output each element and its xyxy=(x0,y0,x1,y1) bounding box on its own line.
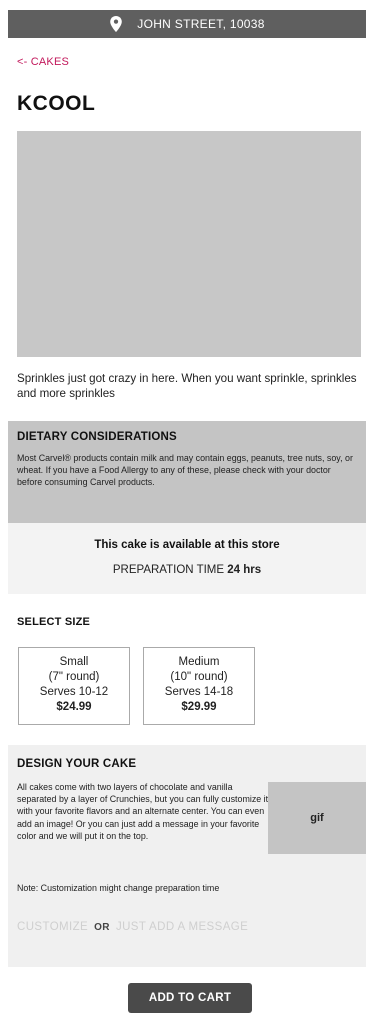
size-price: $24.99 xyxy=(56,701,92,713)
design-preview-gif: gif xyxy=(268,782,366,854)
preparation-time-value: 24 hrs xyxy=(227,564,262,576)
product-title: KCOOL xyxy=(17,92,96,115)
size-name: Medium xyxy=(178,656,220,668)
design-actions: CUSTOMIZE OR JUST ADD A MESSAGE xyxy=(17,921,248,933)
availability-status: This cake is available at this store xyxy=(94,539,280,551)
dietary-text: Most Carvel® products contain milk and m… xyxy=(17,453,353,487)
product-image xyxy=(17,131,361,357)
map-pin-icon xyxy=(110,16,123,32)
preparation-time: PREPARATION TIME 24 hrs xyxy=(8,564,366,576)
add-to-cart-button[interactable]: ADD TO CART xyxy=(128,983,252,1013)
size-dimension: (10" round) xyxy=(170,671,228,683)
product-description: Sprinkles just got crazy in here. When y… xyxy=(17,372,357,400)
size-option-medium[interactable]: Medium (10" round) Serves 14-18 $29.99 xyxy=(143,647,255,725)
dietary-considerations: DIETARY CONSIDERATIONS Most Carvel® prod… xyxy=(8,421,366,523)
add-message-button[interactable]: JUST ADD A MESSAGE xyxy=(116,921,248,933)
gif-label: gif xyxy=(310,812,324,824)
dietary-heading: DIETARY CONSIDERATIONS xyxy=(17,431,177,443)
availability-panel: This cake is available at this store PRE… xyxy=(8,523,366,594)
size-option-small[interactable]: Small (7" round) Serves 10-12 $24.99 xyxy=(18,647,130,725)
or-separator: OR xyxy=(94,921,110,933)
back-to-cakes-link[interactable]: <- CAKES xyxy=(17,56,69,68)
store-location-bar[interactable]: JOHN STREET, 10038 xyxy=(8,10,366,38)
customize-button[interactable]: CUSTOMIZE xyxy=(17,921,88,933)
size-name: Small xyxy=(59,656,89,668)
select-size-heading: SELECT SIZE xyxy=(17,616,91,628)
design-description: All cakes come with two layers of chocol… xyxy=(17,782,269,841)
customization-note: Note: Customization might change prepara… xyxy=(17,883,220,893)
design-heading: DESIGN YOUR CAKE xyxy=(17,758,137,770)
size-dimension: (7" round) xyxy=(48,671,100,683)
size-price: $29.99 xyxy=(181,701,217,713)
preparation-time-label: PREPARATION TIME xyxy=(112,564,225,576)
size-serves: Serves 10-12 xyxy=(39,686,109,698)
size-serves: Serves 14-18 xyxy=(164,686,234,698)
design-your-cake-panel: DESIGN YOUR CAKE All cakes come with two… xyxy=(8,745,366,967)
store-address: JOHN STREET, 10038 xyxy=(137,17,265,31)
